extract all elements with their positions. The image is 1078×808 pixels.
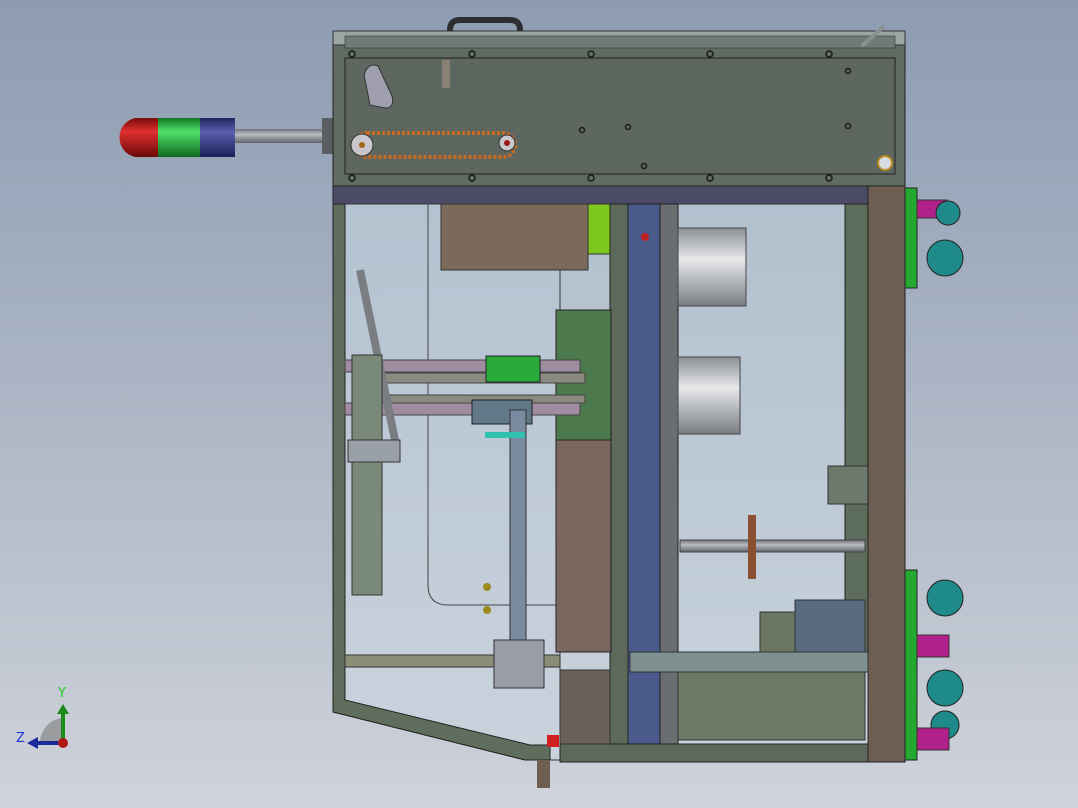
stack-light-mount (322, 118, 334, 154)
right-post (867, 185, 906, 763)
shaft-disc (748, 515, 756, 579)
motor-gearbox (759, 611, 796, 653)
teal-pin (485, 432, 525, 438)
motor (794, 599, 866, 653)
caster-wheel (926, 669, 964, 707)
triad-z-label: Z (16, 731, 25, 746)
red-lamp (119, 118, 158, 157)
stack-light (119, 118, 334, 157)
knob-lower (483, 606, 491, 614)
casters (904, 187, 964, 761)
orientation-triad[interactable] (27, 704, 69, 749)
hinge-bracket (347, 439, 401, 463)
triad-y-label: Y (58, 686, 66, 701)
top-band (332, 185, 870, 205)
foot-bracket (537, 760, 550, 788)
caster-wheel (926, 239, 964, 277)
slider-block (485, 355, 541, 383)
center-post (609, 203, 629, 745)
gear-motor-housing (440, 203, 589, 271)
cylinder-upper (677, 227, 747, 307)
leveling-foot (916, 727, 950, 751)
caster-wheel (926, 579, 964, 617)
lower-block (559, 669, 611, 745)
green-lamp (158, 118, 200, 157)
green-bracket (587, 203, 611, 255)
rail-clamp (827, 465, 869, 505)
gripper-assembly (493, 639, 545, 689)
x-axis-dot (58, 738, 68, 748)
leveling-foot (916, 634, 950, 658)
left-cylinder (351, 354, 383, 596)
indicator-dot (641, 233, 649, 241)
grommet (877, 155, 893, 171)
drive-shaft (679, 539, 866, 553)
stack-light-rod (232, 129, 332, 143)
sensor-bracket (442, 60, 450, 88)
blue-lamp (200, 118, 235, 157)
top-housing (332, 24, 906, 187)
cad-viewport[interactable] (0, 0, 1078, 808)
vertical-slide (555, 439, 612, 653)
vertical-guide (509, 409, 527, 666)
base-frame (559, 743, 869, 763)
right-frame-rail (844, 203, 869, 657)
lead-screw-upper (374, 372, 586, 384)
knob-upper (483, 583, 491, 591)
red-stop (547, 735, 559, 747)
cylinder-lower (677, 356, 741, 435)
bottom-cabinet (677, 671, 866, 741)
base-shelf (629, 651, 869, 673)
